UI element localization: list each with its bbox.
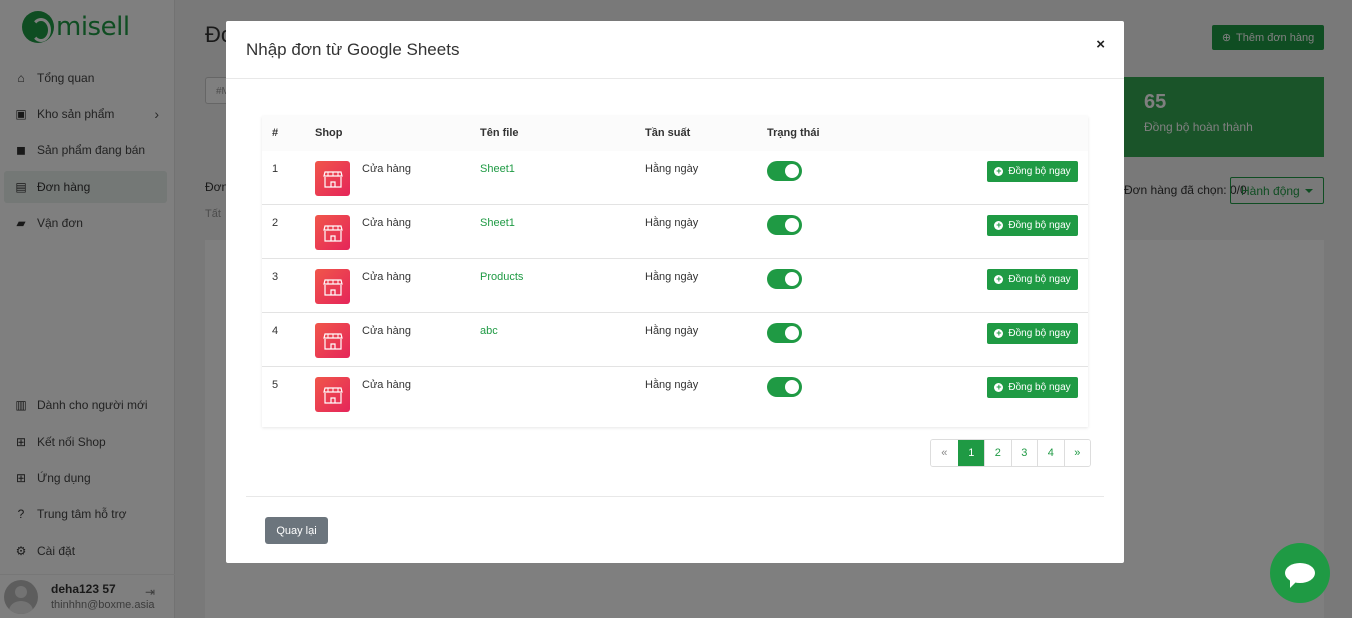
- row-number: 1: [272, 163, 279, 175]
- shop-name: Cửa hàng: [362, 379, 411, 391]
- store-icon: [315, 215, 350, 250]
- pagination-page-4[interactable]: 4: [1037, 440, 1064, 466]
- sync-now-button[interactable]: + Đồng bộ ngay: [987, 323, 1078, 344]
- plus-circle-icon: +: [994, 166, 1004, 176]
- sync-now-button[interactable]: + Đồng bộ ngay: [987, 269, 1078, 290]
- store-icon: [315, 161, 350, 196]
- row-number: 4: [272, 325, 279, 337]
- store-icon: [315, 323, 350, 358]
- status-toggle[interactable]: [767, 377, 802, 397]
- shop-name: Cửa hàng: [362, 217, 411, 229]
- file-link[interactable]: abc: [480, 325, 498, 337]
- frequency: Hằng ngày: [645, 379, 699, 391]
- shop-name: Cửa hàng: [362, 271, 411, 283]
- sync-now-button[interactable]: + Đồng bộ ngay: [987, 215, 1078, 236]
- status-toggle[interactable]: [767, 161, 802, 181]
- frequency: Hằng ngày: [645, 217, 699, 229]
- sync-now-button[interactable]: + Đồng bộ ngay: [987, 377, 1078, 398]
- modal-title: Nhập đơn từ Google Sheets: [246, 40, 460, 59]
- sync-now-label: Đồng bộ ngay: [1008, 274, 1071, 285]
- row-number: 3: [272, 271, 279, 283]
- pagination-next[interactable]: »: [1063, 440, 1090, 466]
- store-icon: [315, 269, 350, 304]
- sheets-table: # Shop Tên file Tần suất Trạng thái 1 Cử…: [262, 116, 1088, 427]
- pagination-page-2[interactable]: 2: [984, 440, 1011, 466]
- column-header-status: Trạng thái: [767, 127, 820, 139]
- sync-now-label: Đồng bộ ngay: [1008, 328, 1071, 339]
- pagination-page-1[interactable]: 1: [957, 440, 984, 466]
- chat-bubble-icon: [1285, 563, 1315, 588]
- shop-name: Cửa hàng: [362, 163, 411, 175]
- table-row: 2 Cửa hàng Sheet1 Hằng ngày + Đồng bộ nga…: [262, 205, 1088, 259]
- status-toggle[interactable]: [767, 323, 802, 343]
- pagination: « 1 2 3 4 »: [930, 439, 1091, 467]
- column-header-file: Tên file: [480, 127, 519, 139]
- status-toggle[interactable]: [767, 215, 802, 235]
- store-icon: [315, 377, 350, 412]
- column-header-number: #: [272, 127, 279, 139]
- sync-now-label: Đồng bộ ngay: [1008, 220, 1071, 231]
- row-number: 5: [272, 379, 279, 391]
- shop-name: Cửa hàng: [362, 325, 411, 337]
- file-link[interactable]: Sheet1: [480, 217, 515, 229]
- plus-circle-icon: +: [994, 274, 1004, 284]
- column-header-shop: Shop: [315, 127, 343, 139]
- pagination-page-3[interactable]: 3: [1010, 440, 1037, 466]
- frequency: Hằng ngày: [645, 271, 699, 283]
- sync-now-label: Đồng bộ ngay: [1008, 166, 1071, 177]
- plus-circle-icon: +: [994, 328, 1004, 338]
- table-row: 5 Cửa hàng Hằng ngày + Đồng bộ ngay: [262, 367, 1088, 421]
- plus-circle-icon: +: [994, 382, 1004, 392]
- table-row: 3 Cửa hàng Products Hằng ngày + Đồng bộ n…: [262, 259, 1088, 313]
- back-button[interactable]: Quay lại: [265, 517, 328, 544]
- table-row: 1 Cửa hàng Sheet1 Hằng ngày + Đồng bộ nga…: [262, 151, 1088, 205]
- divider: [226, 78, 1124, 79]
- plus-circle-icon: +: [994, 220, 1004, 230]
- pagination-prev[interactable]: «: [931, 440, 958, 466]
- import-google-sheets-modal: Nhập đơn từ Google Sheets × # Shop Tên f…: [226, 21, 1124, 563]
- table-header: # Shop Tên file Tần suất Trạng thái: [262, 116, 1088, 151]
- sync-now-button[interactable]: + Đồng bộ ngay: [987, 161, 1078, 182]
- close-icon[interactable]: ×: [1096, 36, 1105, 53]
- chat-widget-button[interactable]: [1270, 543, 1330, 603]
- table-row: 4 Cửa hàng abc Hằng ngày + Đồng bộ ngay: [262, 313, 1088, 367]
- row-number: 2: [272, 217, 279, 229]
- frequency: Hằng ngày: [645, 325, 699, 337]
- file-link[interactable]: Products: [480, 271, 523, 283]
- column-header-frequency: Tần suất: [645, 127, 691, 139]
- sync-now-label: Đồng bộ ngay: [1008, 382, 1071, 393]
- file-link[interactable]: Sheet1: [480, 163, 515, 175]
- divider: [246, 496, 1104, 497]
- frequency: Hằng ngày: [645, 163, 699, 175]
- status-toggle[interactable]: [767, 269, 802, 289]
